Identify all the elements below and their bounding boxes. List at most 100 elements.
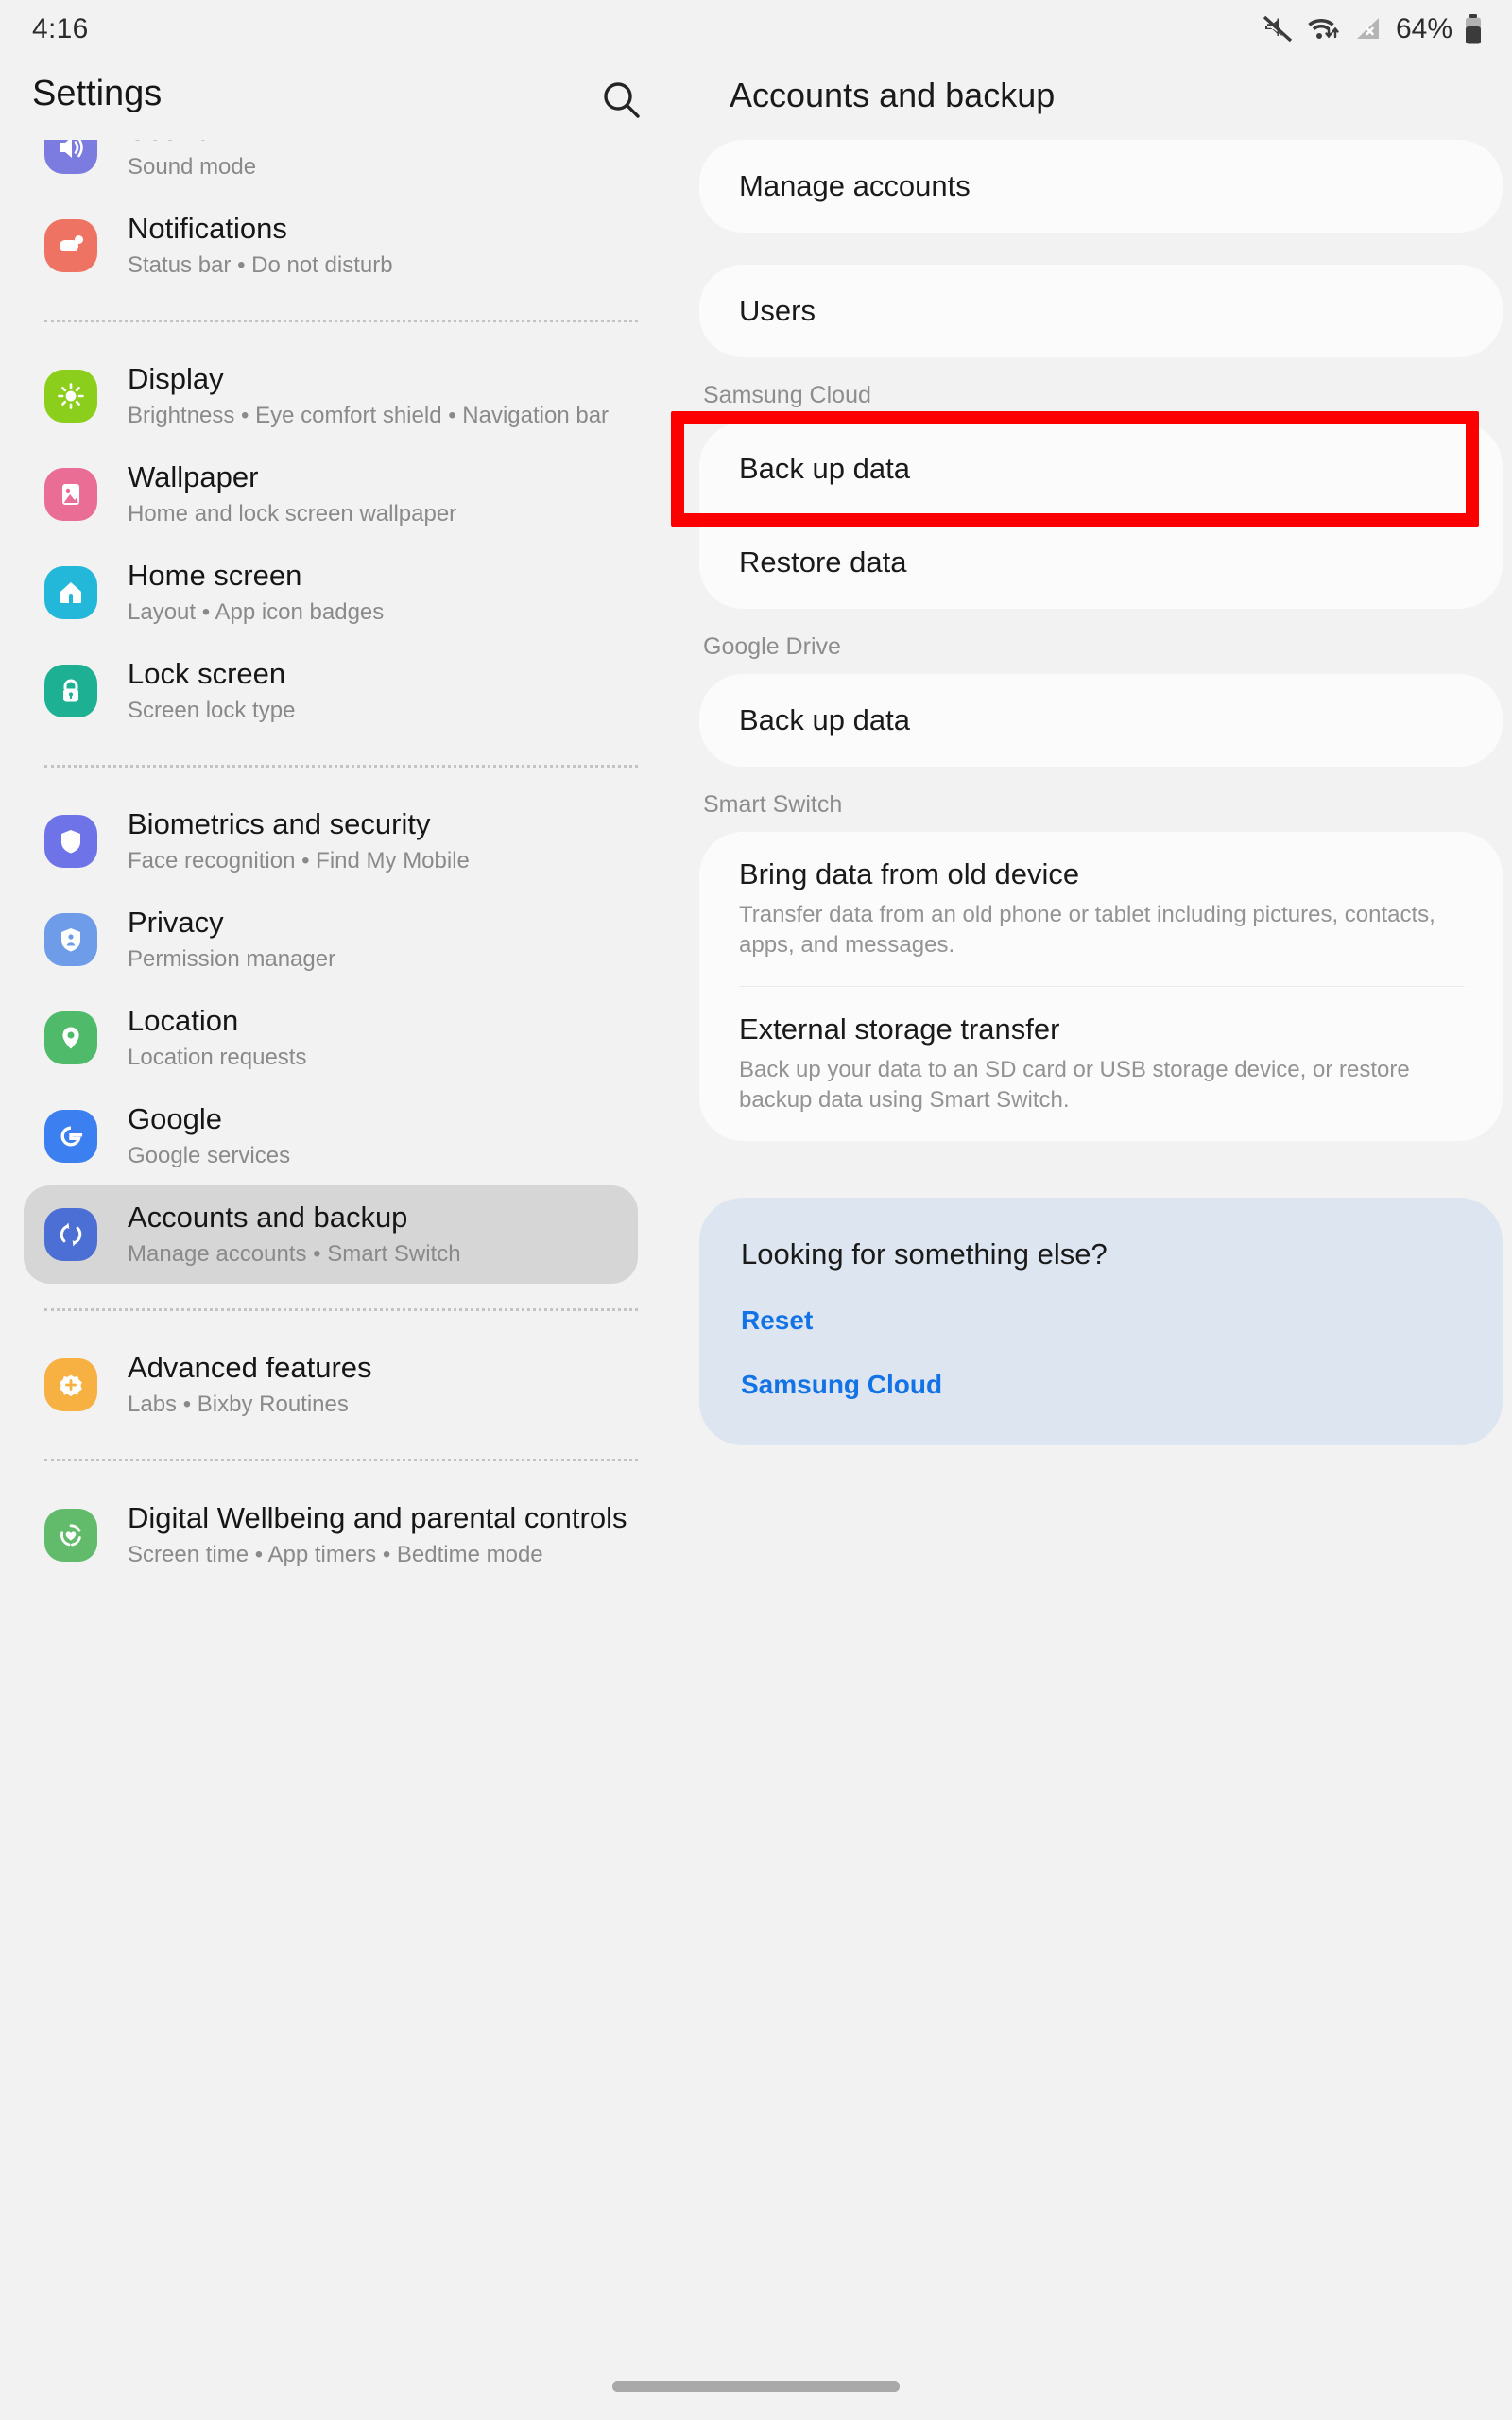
sidebar-item-advanced-features[interactable]: Advanced features Labs • Bixby Routines bbox=[24, 1336, 638, 1434]
row-users[interactable]: Users bbox=[739, 265, 1503, 357]
row-external-storage-transfer[interactable]: External storage transfer Back up your d… bbox=[739, 987, 1503, 1141]
advanced-gear-icon bbox=[44, 1358, 97, 1411]
sidebar-item-title: Display bbox=[128, 362, 224, 396]
samsung-cloud-group: Back up data Restore data bbox=[662, 411, 1512, 609]
sidebar-item-google[interactable]: Google Google services bbox=[24, 1087, 638, 1185]
sidebar-item-home-screen[interactable]: Home screen Layout • App icon badges bbox=[24, 544, 638, 642]
sidebar-item-notifications[interactable]: Notifications Status bar • Do not distur… bbox=[24, 197, 638, 295]
users-card[interactable]: Users bbox=[699, 265, 1503, 357]
suggestion-title: Looking for something else? bbox=[741, 1237, 1108, 1270]
sidebar-item-subtitle: Home and lock screen wallpaper bbox=[128, 501, 457, 527]
sidebar-item-subtitle: Face recognition • Find My Mobile bbox=[128, 848, 470, 874]
row-google-drive-back-up-data[interactable]: Back up data bbox=[739, 674, 1503, 767]
sidebar-item-wallpaper[interactable]: Wallpaper Home and lock screen wallpaper bbox=[24, 445, 638, 544]
app-header: Settings Accounts and backup bbox=[0, 59, 1512, 140]
sync-accounts-icon bbox=[44, 1208, 97, 1261]
group-label-samsung-cloud: Samsung Cloud bbox=[703, 382, 871, 408]
sidebar-item-sound[interactable]: Sound Sound mode bbox=[24, 140, 638, 197]
sidebar-item-accounts-and-backup[interactable]: Accounts and backup Manage accounts • Sm… bbox=[24, 1185, 638, 1284]
row-title: Back up data bbox=[739, 702, 910, 736]
display-icon bbox=[44, 370, 97, 423]
row-samsung-cloud-back-up-data[interactable]: Back up data bbox=[739, 423, 1503, 515]
sidebar-item-subtitle: Permission manager bbox=[128, 946, 336, 973]
group-label-google-drive: Google Drive bbox=[703, 633, 841, 660]
status-time: 4:16 bbox=[32, 13, 89, 44]
sidebar-item-title: Location bbox=[128, 1004, 239, 1038]
sidebar-item-title: Digital Wellbeing and parental controls bbox=[128, 1501, 627, 1535]
smart-switch-card[interactable]: Bring data from old device Transfer data… bbox=[699, 832, 1503, 1141]
link-samsung-cloud[interactable]: Samsung Cloud bbox=[741, 1370, 1461, 1400]
sidebar-item-title: Privacy bbox=[128, 906, 224, 940]
sidebar-item-subtitle: Layout • App icon badges bbox=[128, 599, 385, 626]
samsung-cloud-card[interactable]: Back up data Restore data bbox=[699, 423, 1503, 609]
sidebar-item-subtitle: Brightness • Eye comfort shield • Naviga… bbox=[128, 403, 610, 429]
sidebar-item-subtitle: Sound mode bbox=[128, 154, 257, 181]
accounts-backup-content[interactable]: Manage accounts Users Samsung Cloud Back… bbox=[662, 140, 1512, 2352]
row-manage-accounts[interactable]: Manage accounts bbox=[739, 140, 1503, 233]
row-title: External storage transfer bbox=[739, 1012, 1060, 1046]
sidebar-item-title: Google bbox=[128, 1102, 222, 1136]
page-title: Accounts and backup bbox=[730, 76, 1056, 114]
link-reset[interactable]: Reset bbox=[741, 1305, 1461, 1336]
sidebar-item-display[interactable]: Display Brightness • Eye comfort shield … bbox=[24, 347, 638, 445]
sidebar-item-privacy[interactable]: Privacy Permission manager bbox=[24, 890, 638, 989]
location-pin-icon bbox=[44, 1011, 97, 1064]
sidebar-item-subtitle: Manage accounts • Smart Switch bbox=[128, 1241, 461, 1268]
notifications-icon bbox=[44, 219, 97, 272]
sidebar-item-title: Biometrics and security bbox=[128, 807, 431, 841]
sidebar-item-lock-screen[interactable]: Lock screen Screen lock type bbox=[24, 642, 638, 740]
sidebar-item-title: Lock screen bbox=[128, 657, 286, 691]
row-title: Bring data from old device bbox=[739, 857, 1080, 890]
sidebar-item-subtitle: Status bar • Do not disturb bbox=[128, 252, 393, 279]
row-title: Users bbox=[739, 293, 816, 327]
mute-icon bbox=[1263, 15, 1295, 43]
sidebar-divider bbox=[44, 1308, 638, 1311]
sidebar-item-location[interactable]: Location Location requests bbox=[24, 989, 638, 1087]
group-label-smart-switch: Smart Switch bbox=[703, 791, 843, 818]
sidebar-item-subtitle: Screen time • App timers • Bedtime mode bbox=[128, 1542, 543, 1568]
sidebar-item-digital-wellbeing[interactable]: Digital Wellbeing and parental controls … bbox=[24, 1486, 638, 1584]
home-screen-icon bbox=[44, 566, 97, 619]
status-icons: 64% bbox=[1263, 13, 1484, 45]
sound-icon bbox=[44, 140, 97, 174]
sidebar-item-subtitle: Location requests bbox=[128, 1045, 307, 1071]
manage-accounts-card[interactable]: Manage accounts bbox=[699, 140, 1503, 233]
row-samsung-cloud-restore-data[interactable]: Restore data bbox=[739, 516, 1503, 609]
shield-icon bbox=[44, 815, 97, 868]
suggestion-card: Looking for something else? Reset Samsun… bbox=[699, 1198, 1503, 1445]
battery-percent: 64% bbox=[1395, 13, 1452, 44]
lock-screen-icon bbox=[44, 665, 97, 717]
sidebar-divider bbox=[44, 765, 638, 768]
row-bring-data-from-old-device[interactable]: Bring data from old device Transfer data… bbox=[739, 832, 1503, 986]
sidebar-item-title: Advanced features bbox=[128, 1351, 372, 1385]
row-title: Restore data bbox=[739, 544, 907, 579]
sidebar-item-subtitle: Screen lock type bbox=[128, 698, 296, 724]
settings-sidebar[interactable]: Sound Sound mode Notifications Status ba… bbox=[0, 140, 662, 2352]
sidebar-item-subtitle: Google services bbox=[128, 1143, 291, 1169]
search-icon[interactable] bbox=[599, 78, 644, 123]
wifi-transfer-icon bbox=[1307, 15, 1341, 43]
sidebar-item-title: Wallpaper bbox=[128, 460, 259, 494]
row-title: Back up data bbox=[739, 451, 910, 485]
row-title: Manage accounts bbox=[739, 168, 971, 202]
wallpaper-icon bbox=[44, 468, 97, 521]
sidebar-item-subtitle: Labs • Bixby Routines bbox=[128, 1392, 349, 1418]
sidebar-item-title: Accounts and backup bbox=[128, 1201, 408, 1235]
sidebar-divider bbox=[44, 1459, 638, 1461]
sidebar-divider bbox=[44, 320, 638, 322]
system-navigation-bar bbox=[0, 2352, 1512, 2420]
google-drive-card[interactable]: Back up data bbox=[699, 674, 1503, 767]
battery-icon bbox=[1463, 14, 1484, 44]
row-description: Transfer data from an old phone or table… bbox=[739, 901, 1435, 959]
home-gesture-handle[interactable] bbox=[612, 2380, 900, 2392]
google-g-icon bbox=[44, 1110, 97, 1163]
sidebar-item-title: Sound bbox=[128, 140, 638, 148]
wellbeing-heart-icon bbox=[44, 1509, 97, 1562]
row-description: Back up your data to an SD card or USB s… bbox=[739, 1056, 1410, 1114]
page-title-settings: Settings bbox=[32, 74, 163, 113]
status-bar: 4:16 64% bbox=[0, 0, 1512, 59]
no-sim-signal-icon bbox=[1353, 15, 1383, 43]
sidebar-item-biometrics-and-security[interactable]: Biometrics and security Face recognition… bbox=[24, 792, 638, 890]
sidebar-item-title: Notifications bbox=[128, 212, 287, 246]
